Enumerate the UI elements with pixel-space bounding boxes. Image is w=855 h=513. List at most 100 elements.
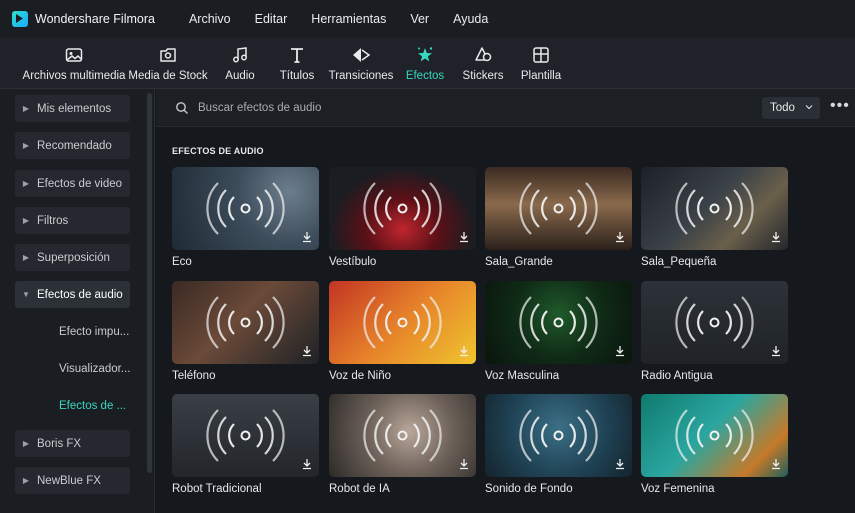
download-icon[interactable] — [770, 345, 782, 357]
sidebar-item-filtros[interactable]: ▶ Filtros — [15, 207, 130, 234]
effect-label: Voz Masculina — [485, 370, 560, 382]
sidebar-item-mis-elementos[interactable]: ▶ Mis elementos — [15, 95, 130, 122]
sound-wave-icon — [206, 409, 285, 462]
effect-label: Sala_Pequeña — [641, 256, 717, 268]
effect-card-sonido-fondo[interactable]: Sonido de Fondo — [485, 394, 632, 495]
tab-stickers[interactable]: Stickers — [458, 37, 508, 88]
effect-label: Teléfono — [172, 370, 216, 382]
effect-card-sala-pequena[interactable]: Sala_Pequeña — [641, 167, 788, 268]
media-toolbar: Archivos multimedia Media de Stock Audio… — [0, 38, 855, 89]
media-icon — [64, 45, 84, 65]
filter-dropdown[interactable]: Todo — [762, 97, 820, 119]
effect-label: Radio Antigua — [641, 370, 713, 382]
sidebar-sub-visualizador[interactable]: Visualizador... — [59, 363, 130, 375]
download-icon[interactable] — [614, 458, 626, 470]
sound-wave-icon — [675, 409, 754, 462]
sidebar-scrollbar[interactable] — [147, 93, 152, 473]
download-icon[interactable] — [770, 231, 782, 243]
download-icon[interactable] — [301, 458, 313, 470]
sound-wave-icon — [675, 182, 754, 235]
sidebar-item-newblue-fx[interactable]: ▶ NewBlue FX — [15, 467, 130, 494]
effect-card-telefono[interactable]: Teléfono — [172, 281, 319, 382]
effect-thumbnail[interactable] — [641, 281, 788, 364]
effect-thumbnail[interactable] — [485, 281, 632, 364]
app-title: Wondershare Filmora — [35, 12, 155, 26]
template-icon — [531, 45, 551, 65]
sound-wave-icon — [519, 182, 598, 235]
effects-sidebar: ▶ Mis elementos ▶ Recomendado ▶ Efectos de … — [0, 89, 155, 513]
download-icon[interactable] — [301, 345, 313, 357]
download-icon[interactable] — [301, 231, 313, 243]
chevron-right-icon: ▶ — [22, 476, 30, 485]
effect-label: Robot de IA — [329, 483, 390, 495]
chevron-right-icon: ▶ — [22, 141, 30, 150]
sidebar-item-recomendado[interactable]: ▶ Recomendado — [15, 132, 130, 159]
sidebar-item-boris-fx[interactable]: ▶ Boris FX — [15, 430, 130, 457]
sidebar-sub-efecto-impulso[interactable]: Efecto impu... — [59, 326, 129, 338]
effect-thumbnail[interactable] — [329, 167, 476, 250]
effect-card-robot-tradicional[interactable]: Robot Tradicional — [172, 394, 319, 495]
download-icon[interactable] — [458, 458, 470, 470]
effect-card-vestibulo[interactable]: Vestíbulo — [329, 167, 476, 268]
sidebar-item-efectos-video[interactable]: ▶ Efectos de video — [15, 170, 130, 197]
effect-thumbnail[interactable] — [485, 394, 632, 477]
tab-media[interactable]: Archivos multimedia — [20, 37, 128, 88]
stock-icon — [158, 45, 178, 65]
menu-herramientas[interactable]: Herramientas — [311, 12, 386, 26]
effect-thumbnail[interactable] — [329, 394, 476, 477]
music-note-icon — [230, 45, 250, 65]
download-icon[interactable] — [770, 458, 782, 470]
effect-card-voz-femenina[interactable]: Voz Femenina — [641, 394, 788, 495]
title-icon — [287, 45, 307, 65]
sound-wave-icon — [519, 409, 598, 462]
download-icon[interactable] — [458, 231, 470, 243]
tab-titles[interactable]: Títulos — [272, 37, 322, 88]
transition-icon — [351, 45, 371, 65]
sound-wave-icon — [363, 296, 442, 349]
tab-effects[interactable]: Efectos — [400, 37, 450, 88]
search-input[interactable] — [198, 101, 598, 114]
effect-thumbnail[interactable] — [485, 167, 632, 250]
search-icon — [176, 101, 188, 114]
effect-thumbnail[interactable] — [329, 281, 476, 364]
effect-card-eco[interactable]: Eco — [172, 167, 319, 268]
effect-thumbnail[interactable] — [172, 281, 319, 364]
tab-audio[interactable]: Audio — [215, 37, 265, 88]
title-bar: Wondershare Filmora Archivo Editar Herra… — [0, 0, 855, 38]
effects-browser: Todo ••• EFECTOS DE AUDIO Eco Vestíbulo Sa… — [156, 89, 855, 513]
chevron-down-icon: ▼ — [22, 290, 30, 299]
sidebar-item-superposicion[interactable]: ▶ Superposición — [15, 244, 130, 271]
download-icon[interactable] — [458, 345, 470, 357]
download-icon[interactable] — [614, 345, 626, 357]
effect-thumbnail[interactable] — [172, 394, 319, 477]
effect-card-radio-antigua[interactable]: Radio Antigua — [641, 281, 788, 382]
filmora-logo-icon — [12, 11, 28, 27]
tab-templates[interactable]: Plantilla — [512, 37, 570, 88]
sidebar-sub-efectos-de[interactable]: Efectos de ... — [59, 400, 126, 412]
chevron-right-icon: ▶ — [22, 253, 30, 262]
tab-stock-media[interactable]: Media de Stock — [128, 37, 208, 88]
effect-card-robot-ia[interactable]: Robot de IA — [329, 394, 476, 495]
menu-ayuda[interactable]: Ayuda — [453, 12, 488, 26]
chevron-down-icon — [805, 105, 813, 110]
download-icon[interactable] — [614, 231, 626, 243]
chevron-right-icon: ▶ — [22, 439, 30, 448]
menu-editar[interactable]: Editar — [255, 12, 288, 26]
menu-archivo[interactable]: Archivo — [189, 12, 231, 26]
effect-card-sala-grande[interactable]: Sala_Grande — [485, 167, 632, 268]
effect-label: Sala_Grande — [485, 256, 553, 268]
tab-transitions[interactable]: Transiciones — [328, 37, 394, 88]
search-bar: Todo ••• — [156, 89, 855, 127]
menu-ver[interactable]: Ver — [410, 12, 429, 26]
effect-card-voz-masculina[interactable]: Voz Masculina — [485, 281, 632, 382]
effect-thumbnail[interactable] — [172, 167, 319, 250]
effect-label: Robot Tradicional — [172, 483, 262, 495]
effect-thumbnail[interactable] — [641, 167, 788, 250]
chevron-right-icon: ▶ — [22, 104, 30, 113]
more-options-icon[interactable]: ••• — [830, 98, 850, 114]
sound-wave-icon — [675, 296, 754, 349]
effect-card-voz-nino[interactable]: Voz de Niño — [329, 281, 476, 382]
sidebar-item-efectos-audio[interactable]: ▼ Efectos de audio — [15, 281, 130, 308]
effects-icon — [415, 45, 435, 65]
effect-thumbnail[interactable] — [641, 394, 788, 477]
